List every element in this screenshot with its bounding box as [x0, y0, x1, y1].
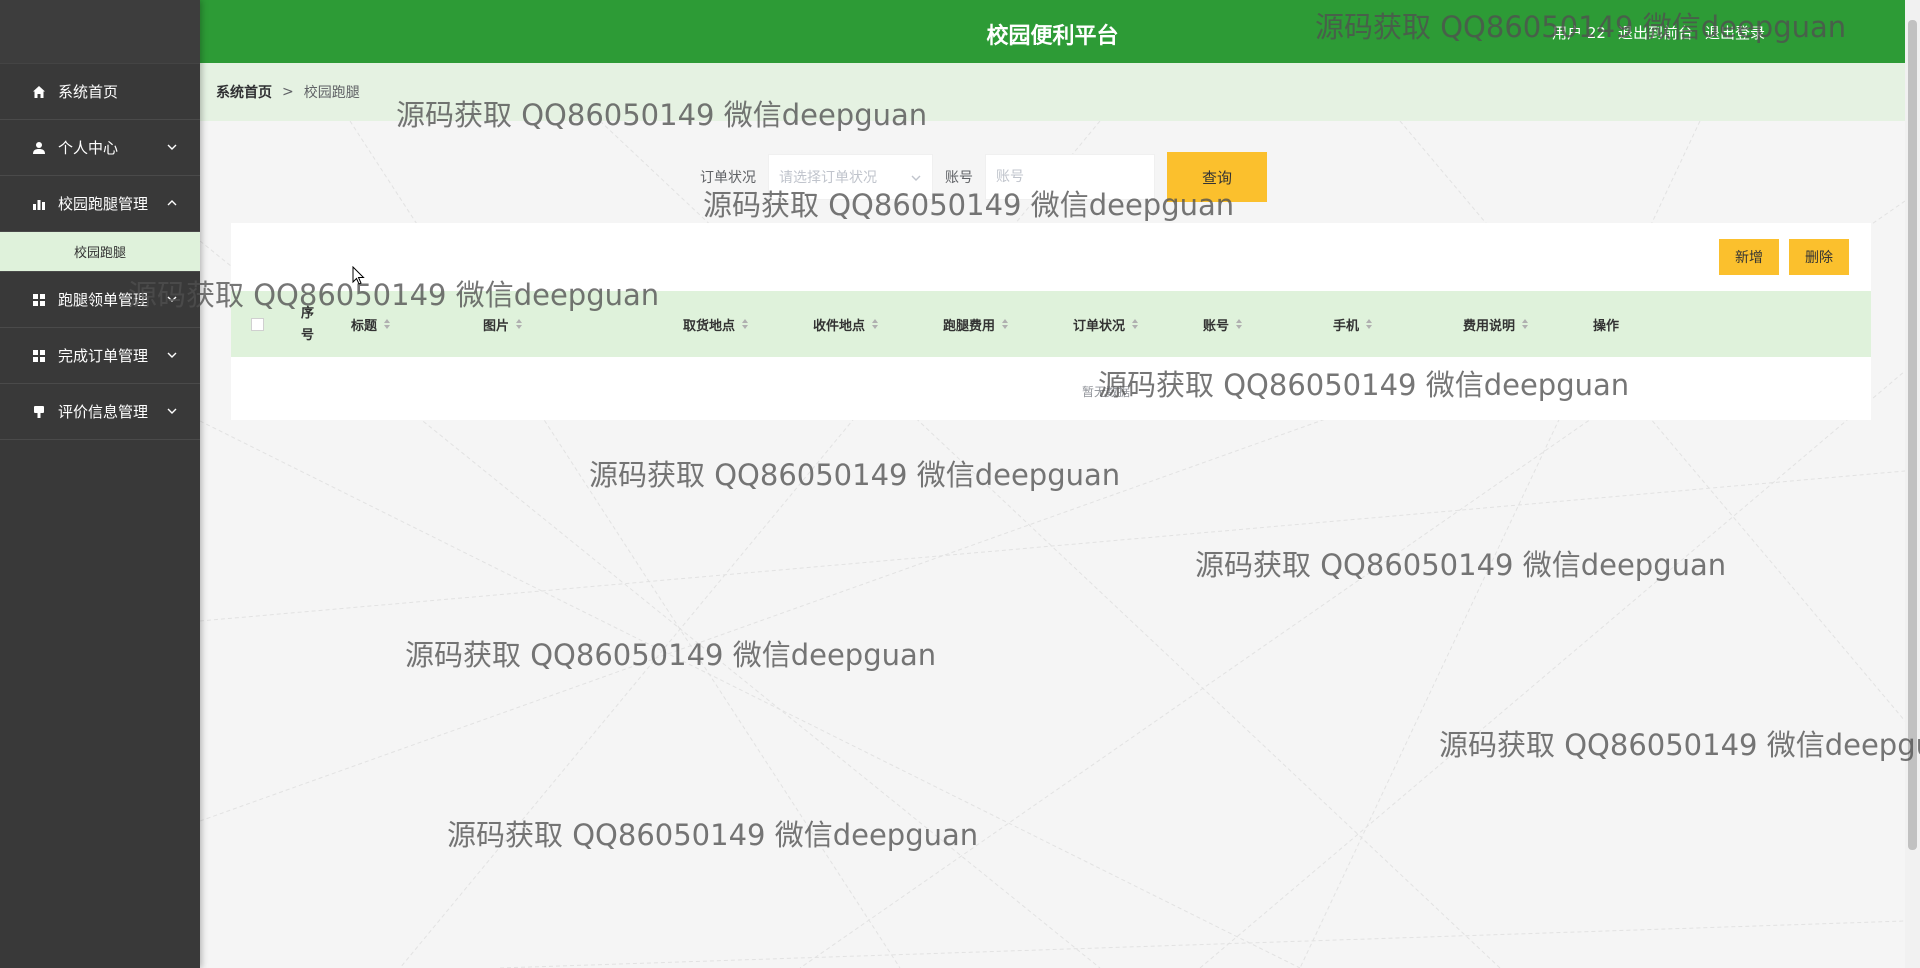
sort-icon — [742, 319, 749, 329]
account-label: 账号 — [945, 170, 973, 186]
grid-icon — [33, 349, 45, 362]
sidebar-item-label: 跑腿领单管理 — [58, 291, 149, 309]
breadcrumb-home[interactable]: 系统首页 — [216, 82, 272, 102]
scrollbar-thumb[interactable] — [1908, 20, 1917, 850]
column-header-errand-fee[interactable]: 跑腿费用 — [943, 291, 1009, 357]
mouse-cursor-icon — [352, 266, 365, 285]
sidebar-subitem-label: 校园跑腿 — [73, 246, 126, 261]
sidebar-item-label: 校园跑腿管理 — [58, 195, 149, 213]
logout-link[interactable]: 退出登录 — [1705, 22, 1765, 43]
delete-button[interactable]: 删除 — [1789, 239, 1849, 275]
column-header-fee-description[interactable]: 费用说明 — [1463, 291, 1529, 357]
sidebar: 系统首页 个人中心 校园跑腿管理 校园跑腿 跑腿领单管理 完成订单管理 评价信息… — [0, 0, 200, 968]
breadcrumb-current: 校园跑腿 — [303, 85, 360, 101]
chevron-down-icon — [167, 352, 177, 358]
sidebar-item-label: 评价信息管理 — [58, 403, 149, 421]
add-button[interactable]: 新增 — [1719, 239, 1779, 275]
sidebar-item-personal-center[interactable]: 个人中心 — [0, 120, 200, 176]
empty-data-text: 暂无数据 — [1081, 385, 1130, 399]
sort-icon — [1366, 319, 1373, 329]
column-header-order-status[interactable]: 订单状况 — [1073, 291, 1139, 357]
table-header: 序号 标题 图片 取货地点 收件地点 跑腿费用 订单状况 账号 手机 费用说明 … — [231, 291, 1871, 357]
table-panel: 新增 删除 序号 标题 图片 取货地点 收件地点 跑腿费用 订单状况 账号 手机… — [231, 223, 1871, 420]
sort-icon — [1132, 319, 1139, 329]
column-header-phone[interactable]: 手机 — [1333, 291, 1373, 357]
column-header-account[interactable]: 账号 — [1203, 291, 1243, 357]
column-header-delivery-location[interactable]: 收件地点 — [813, 291, 879, 357]
sort-icon — [516, 319, 523, 329]
column-header-image[interactable]: 图片 — [483, 291, 523, 357]
sort-icon — [872, 319, 879, 329]
bar-chart-icon — [33, 199, 45, 210]
column-header-index: 序号 — [301, 306, 315, 343]
search-bar: 订单状况 请选择订单状况 账号 查询 — [700, 152, 1267, 202]
sidebar-subitem-campus-errand[interactable]: 校园跑腿 — [0, 232, 200, 272]
sidebar-item-review-management[interactable]: 评价信息管理 — [0, 384, 200, 440]
user-label: 用户 22 — [1552, 24, 1606, 42]
chevron-down-icon — [167, 296, 177, 302]
chevron-down-icon — [167, 144, 177, 150]
chevron-up-icon — [167, 200, 177, 206]
breadcrumb-separator: > — [282, 84, 294, 100]
table-actions: 新增 删除 — [1719, 239, 1849, 275]
sidebar-item-label: 完成订单管理 — [58, 347, 149, 365]
sidebar-item-completed-order-management[interactable]: 完成订单管理 — [0, 328, 200, 384]
breadcrumb: 系统首页 > 校园跑腿 — [200, 63, 1905, 121]
account-input[interactable] — [985, 154, 1155, 200]
user-icon — [33, 141, 45, 154]
column-header-title[interactable]: 标题 — [351, 291, 391, 357]
chevron-down-icon — [911, 175, 921, 181]
order-status-placeholder: 请选择订单状况 — [779, 170, 877, 186]
sidebar-logo-area — [0, 0, 200, 64]
sidebar-item-errand-management[interactable]: 校园跑腿管理 — [0, 176, 200, 232]
order-status-label: 订单状况 — [700, 170, 756, 186]
sidebar-item-home[interactable]: 系统首页 — [0, 64, 200, 120]
grid-icon — [33, 293, 45, 306]
select-all-checkbox[interactable] — [251, 318, 264, 331]
stamp-icon — [34, 405, 44, 418]
sidebar-item-order-taking-management[interactable]: 跑腿领单管理 — [0, 272, 200, 328]
column-header-actions: 操作 — [1593, 318, 1620, 334]
sort-icon — [1236, 319, 1243, 329]
sidebar-item-label: 个人中心 — [58, 139, 119, 157]
sort-icon — [1002, 319, 1009, 329]
sort-icon — [1522, 319, 1529, 329]
query-button[interactable]: 查询 — [1167, 152, 1267, 202]
order-status-select[interactable]: 请选择订单状况 — [768, 154, 933, 200]
header-user-area: 用户 22 退出到前台 退出登录 — [1552, 22, 1765, 43]
home-icon — [33, 85, 45, 98]
sidebar-item-label: 系统首页 — [58, 83, 119, 101]
top-header: 校园便利平台 用户 22 退出到前台 退出登录 — [200, 0, 1905, 63]
page-scrollbar[interactable] — [1905, 0, 1920, 968]
back-to-front-link[interactable]: 退出到前台 — [1618, 22, 1693, 43]
sort-icon — [384, 319, 391, 329]
chevron-down-icon — [167, 408, 177, 414]
column-header-pickup-location[interactable]: 取货地点 — [683, 291, 749, 357]
